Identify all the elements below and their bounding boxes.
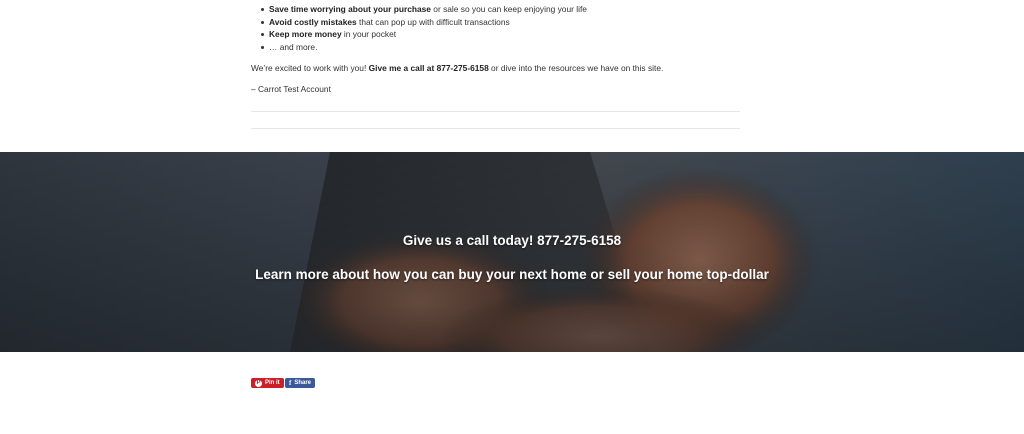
list-item-text: … and more. xyxy=(269,41,318,52)
call-text-bold: Give me a call at 877-275-6158 xyxy=(368,63,489,73)
facebook-icon: f xyxy=(289,379,292,387)
list-item: Keep more money in your pocket xyxy=(251,28,587,41)
divider xyxy=(251,111,740,112)
list-item-bold: Save time worrying about your purchase xyxy=(269,4,431,14)
pin-label: Pin it xyxy=(265,380,280,386)
list-item: Avoid costly mistakes that can pop up wi… xyxy=(251,16,587,29)
call-text-before: We’re excited to work with you! xyxy=(251,63,369,73)
banner-subheading: Learn more about how you can buy your ne… xyxy=(255,267,769,282)
cta-banner: Give us a call today! 877-275-6158 Learn… xyxy=(0,152,1024,352)
share-label: Share xyxy=(294,380,312,386)
list-item-text: or sale so you can keep enjoying your li… xyxy=(430,4,587,14)
list-item-text: that can pop up with difficult transacti… xyxy=(356,16,510,27)
pinterest-pin-button[interactable]: P Pin it xyxy=(251,378,284,388)
list-item-text: in your pocket xyxy=(341,29,397,39)
signature: – Carrot Test Account xyxy=(251,84,331,94)
call-text-after: or dive into the resources we have on th… xyxy=(488,63,664,73)
benefits-list: Save time worrying about your purchase o… xyxy=(251,3,587,53)
list-item-bold: Keep more money xyxy=(269,29,342,39)
pinterest-icon: P xyxy=(255,379,262,387)
banner-background-image xyxy=(0,152,1024,352)
divider xyxy=(251,128,740,129)
call-paragraph: We’re excited to work with you! Give me … xyxy=(251,62,663,74)
banner-call-heading: Give us a call today! 877-275-6158 xyxy=(402,233,622,248)
facebook-share-button[interactable]: f Share xyxy=(285,378,316,388)
list-item: … and more. xyxy=(251,41,587,54)
list-item-bold: Avoid costly mistakes xyxy=(269,16,357,27)
list-item: Save time worrying about your purchase o… xyxy=(251,3,587,16)
